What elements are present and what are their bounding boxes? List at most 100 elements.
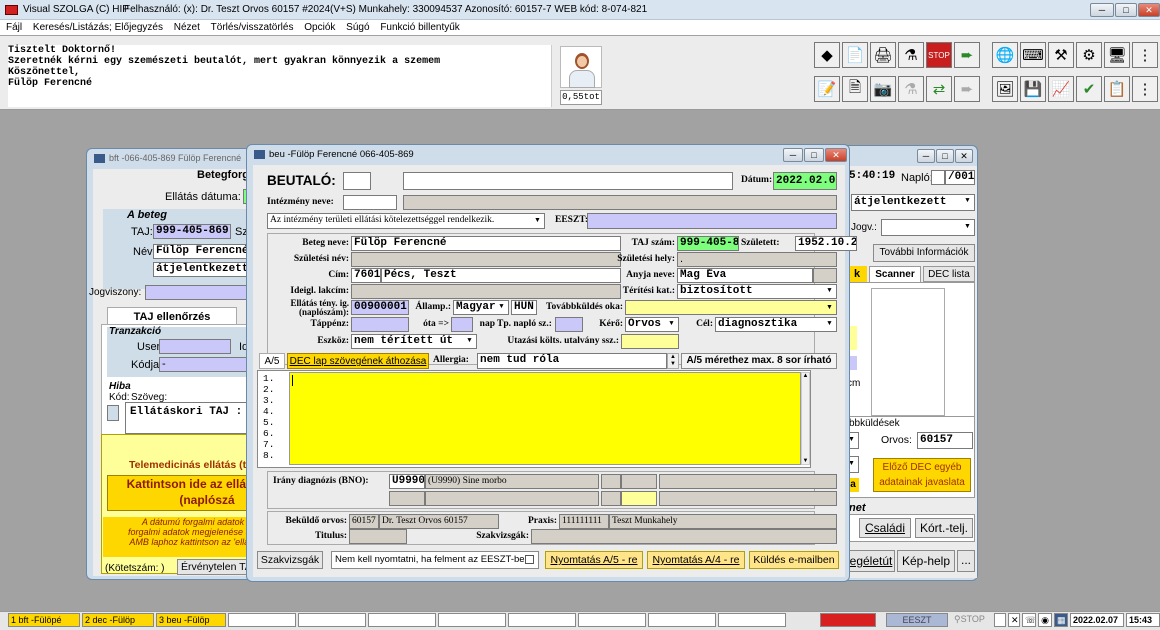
printer-icon[interactable]: 🖨	[870, 42, 896, 68]
taj-check-tab[interactable]: TAJ ellenőrzés	[107, 307, 237, 325]
overflow-icon[interactable]: ⋮	[1132, 42, 1158, 68]
close-x-icon[interactable]: ✕	[1008, 613, 1020, 627]
elozo-dec-button[interactable]: Előző DEC egyéb adatainak javaslata	[873, 458, 971, 492]
kero-dropdown[interactable]: Orvos ▼	[625, 317, 679, 332]
datum-field[interactable]: 2022.02.07	[773, 172, 837, 190]
beteg-neve-field[interactable]: Fülöp Ferencné	[351, 236, 621, 251]
taskbar-item-bft[interactable]: 1 bft -Fülöpé	[8, 613, 80, 627]
szuletett-field[interactable]: 1952.10.20	[795, 236, 857, 251]
print-preview-icon[interactable]: 🗎	[842, 76, 868, 102]
patient-message[interactable]: Tisztelt Doktornő! Szeretnék kérni egy s…	[8, 45, 552, 107]
document-icon[interactable]: 📄	[842, 42, 868, 68]
intezmeny-code-field[interactable]	[343, 195, 397, 210]
transfer-icon[interactable]: ⇄	[926, 76, 952, 102]
tab-a5[interactable]: A/5	[259, 353, 285, 369]
allergia-field[interactable]: nem tud róla	[477, 353, 667, 369]
minimize-button[interactable]: ─	[1090, 3, 1114, 17]
phone-icon[interactable]: ☏	[1022, 613, 1036, 627]
stop-status[interactable]: ⚲STOP	[952, 613, 992, 627]
text-scrollbar[interactable]: ▲ ▼	[801, 372, 810, 465]
ota-field[interactable]	[451, 317, 473, 332]
exit-door-icon[interactable]: ➨	[954, 42, 980, 68]
nem-kell-checkbox[interactable]	[525, 555, 534, 564]
monitor-icon[interactable]: 🖥	[1104, 42, 1130, 68]
eeszt-status[interactable]: EESZT	[886, 613, 948, 627]
cim-field[interactable]: Pécs, Teszt	[381, 268, 621, 283]
tp-naplo-field[interactable]	[555, 317, 583, 332]
settings-icon[interactable]: ⚙	[1076, 42, 1102, 68]
csaladi-button[interactable]: Családi	[859, 518, 911, 538]
tab-dec-lista[interactable]: DEC lista	[923, 266, 975, 282]
scanner-list[interactable]	[871, 288, 945, 416]
tappenz-field[interactable]	[351, 317, 409, 332]
allamp-dropdown[interactable]: Magyar ▼	[453, 300, 509, 315]
nyomtatas-a5-button[interactable]: Nyomtatás A/5 - re	[545, 551, 643, 569]
teritesi-kat-dropdown[interactable]: biztosított ▼	[677, 284, 837, 299]
tools-icon[interactable]: ⚒	[1048, 42, 1074, 68]
taskbar-item-dec[interactable]: 2 dec -Fülöp	[82, 613, 154, 627]
tab-scanner[interactable]: Scanner	[869, 266, 921, 282]
check-icon[interactable]: ✔	[1076, 76, 1102, 102]
save-icon[interactable]: 💾	[1020, 76, 1046, 102]
beu-maximize-button[interactable]: □	[804, 148, 824, 162]
taj-szam-field[interactable]: 999-405-869	[677, 236, 739, 251]
maximize-button[interactable]: □	[1115, 3, 1137, 17]
tovabbi-info-button[interactable]: További Információk	[873, 244, 975, 262]
beu-minimize-button[interactable]: ─	[783, 148, 803, 162]
k-tab[interactable]: k	[847, 266, 867, 282]
kod-field[interactable]	[107, 405, 119, 421]
naplo-field-2[interactable]: /001	[945, 170, 975, 185]
kep-help-button[interactable]: Kép-help	[897, 550, 955, 572]
referral-text-area[interactable]	[289, 372, 801, 465]
egeletut-button[interactable]: egéletút	[847, 550, 895, 572]
tovabbkuldes-oka-dropdown[interactable]: ▼	[625, 300, 837, 315]
beutalo-text-field[interactable]	[403, 172, 733, 190]
dec-maximize-button[interactable]: □	[936, 149, 954, 163]
szuletesi-hely-field[interactable]: .	[677, 252, 837, 267]
ideigl-lakcim-field[interactable]	[351, 284, 621, 299]
menu-options[interactable]: Opciók	[304, 22, 335, 33]
beutalo-number-field[interactable]	[343, 172, 371, 190]
chart-icon[interactable]: 📈	[1048, 76, 1074, 102]
menu-help[interactable]: Súgó	[346, 22, 369, 33]
menu-delete[interactable]: Törlés/visszatörlés	[211, 22, 294, 33]
scanner-icon[interactable]: 📷	[870, 76, 896, 102]
bno-code-field[interactable]: U9990	[389, 474, 425, 489]
szuletesi-nev-field[interactable]	[351, 252, 621, 267]
overflow-icon[interactable]: ⋮	[1132, 76, 1158, 102]
anyja-neve-field[interactable]: Mag Éva	[677, 268, 813, 283]
eszkoz-dropdown[interactable]: nem térített út ▼	[351, 334, 477, 349]
nem-kell-nyomtatni-toggle[interactable]: Nem kell nyomtatni, ha felment az EESZT-…	[331, 551, 539, 569]
menu-file[interactable]: Fájl	[6, 22, 22, 33]
taj-field[interactable]: 999-405-869	[153, 224, 231, 239]
nyomtatas-a4-button[interactable]: Nyomtatás A/4 - re	[647, 551, 745, 569]
szakvizsgak-button[interactable]: Szakvizsgák	[257, 551, 323, 569]
globe-icon[interactable]: 🌐	[992, 42, 1018, 68]
bno2-extra-2[interactable]	[621, 491, 657, 506]
cel-dropdown[interactable]: diagnosztika ▼	[715, 317, 837, 332]
edit-document-icon[interactable]: 📝	[814, 76, 840, 102]
flask-icon[interactable]: ⚗	[898, 42, 924, 68]
utazasi-field[interactable]	[621, 334, 679, 349]
camera-icon[interactable]: ◉	[1038, 613, 1052, 627]
menu-function-keys[interactable]: Funkció billentyűk	[380, 22, 459, 33]
tab-dec-athozas[interactable]: DEC lap szövegének áthozása	[287, 353, 429, 369]
naplo-field-1[interactable]	[931, 170, 945, 185]
jogv-dropdown[interactable]: ▼	[881, 219, 975, 236]
beu-close-button[interactable]: ✕	[825, 148, 847, 162]
diamond-icon[interactable]: ◆	[814, 42, 840, 68]
calendar-icon[interactable]: ▦	[1054, 613, 1068, 627]
bno2-code-field[interactable]	[389, 491, 425, 506]
eeszt-field[interactable]	[587, 213, 837, 229]
keyboard-icon[interactable]: ⌨	[1020, 42, 1046, 68]
cim-zip-field[interactable]: 7601	[351, 268, 381, 283]
dec-close-button[interactable]: ✕	[955, 149, 973, 163]
kuldes-email-button[interactable]: Küldés e-mailben	[749, 551, 839, 569]
user-field[interactable]	[159, 339, 231, 354]
dec-minimize-button[interactable]: ─	[917, 149, 935, 163]
ellatas-naplo-field[interactable]: 00900001	[351, 300, 409, 315]
notepad-icon[interactable]: 📋	[1104, 76, 1130, 102]
stop-icon[interactable]: STOP	[926, 42, 952, 68]
taskbar-item-beu[interactable]: 3 beu -Fülöp	[156, 613, 226, 627]
orvos-field[interactable]: 60157	[917, 432, 973, 449]
